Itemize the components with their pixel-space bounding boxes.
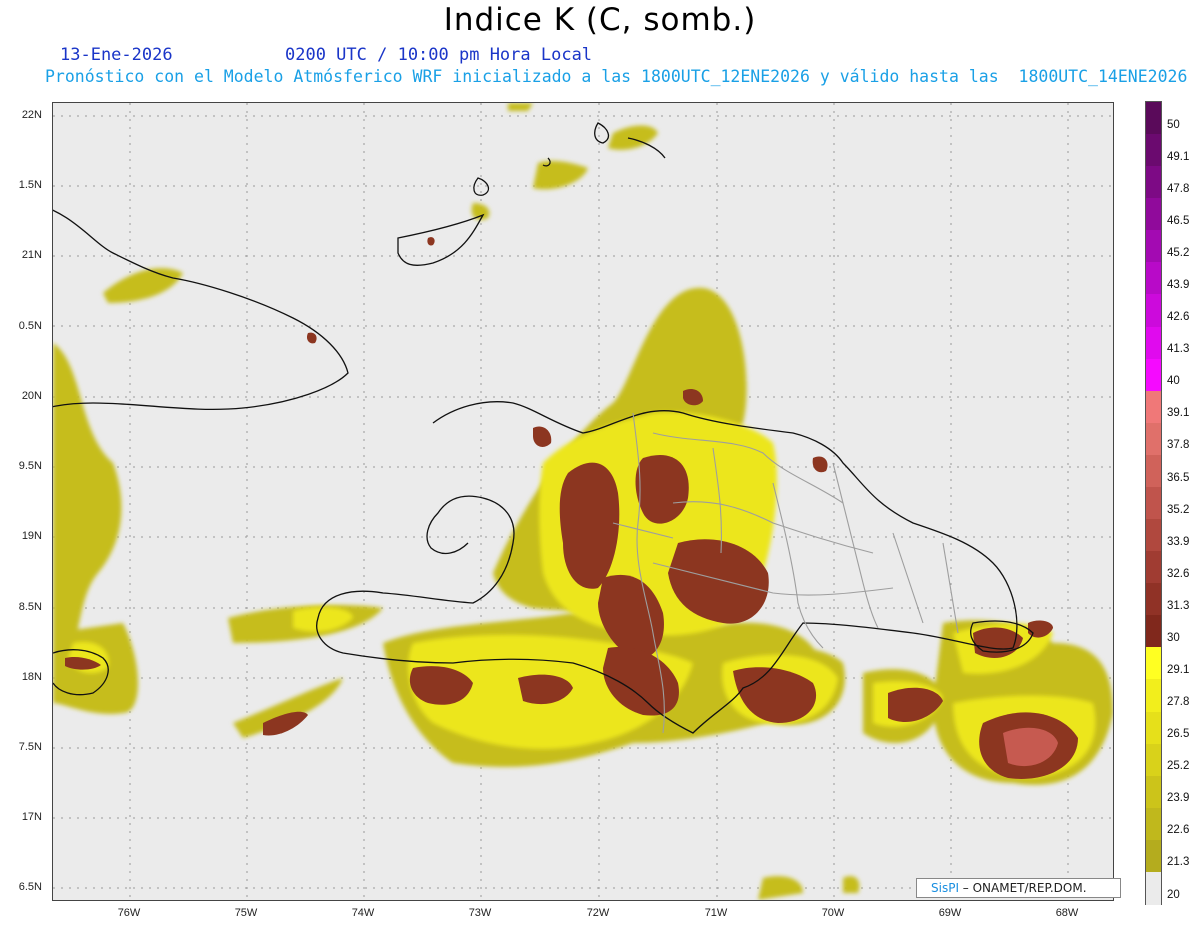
credit-box: SisPI – ONAMET/REP.DOM.: [916, 878, 1121, 898]
colorbar-label: 32.6: [1167, 567, 1190, 580]
colorbar-segment: [1146, 262, 1161, 296]
colorbar-segment: [1146, 230, 1161, 263]
lon-label: 71W: [704, 907, 728, 919]
colorbar-label: 25.2: [1167, 760, 1190, 773]
colorbar-segment: [1146, 519, 1161, 552]
colorbar-segment: [1146, 102, 1161, 135]
lon-label: 72W: [586, 907, 610, 919]
credit-brand: SisPI: [931, 881, 959, 895]
lat-label: 22N: [21, 109, 42, 121]
lon-label: 74W: [351, 907, 375, 919]
lat-label: 18N: [21, 671, 42, 683]
colorbar-segment: [1146, 486, 1161, 520]
colorbar-label: 43.9: [1167, 279, 1190, 292]
lat-label: 1.5N: [18, 179, 42, 191]
colorbar-segment: [1146, 807, 1161, 841]
lon-label: 75W: [234, 907, 258, 919]
colorbar-label: 27.8: [1167, 696, 1190, 709]
colorbar-segment: [1146, 711, 1161, 745]
colorbar-label: 47.8: [1167, 182, 1190, 195]
colorbar-segment: [1146, 679, 1161, 713]
colorbar-segment: [1146, 134, 1161, 167]
colorbar-label: 20: [1167, 888, 1180, 901]
lat-label: 17N: [21, 811, 42, 823]
lat-label: 7.5N: [18, 741, 42, 753]
colorbar-label: 39.1: [1167, 407, 1190, 420]
colorbar-label: 33.9: [1167, 535, 1190, 548]
colorbar-segment: [1146, 326, 1161, 360]
colorbar-segment: [1146, 390, 1161, 424]
colorbar-segment: [1146, 422, 1161, 456]
colorbar-segment: [1146, 198, 1161, 231]
map-canvas: [32, 103, 1113, 900]
lat-label: 19N: [21, 530, 42, 542]
lat-label: 20N: [21, 390, 42, 402]
colorbar: [1145, 101, 1162, 905]
lat-label: 21N: [21, 249, 42, 261]
colorbar-label: 23.9: [1167, 792, 1190, 805]
colorbar-segment: [1146, 615, 1161, 648]
colorbar-label: 37.8: [1167, 439, 1190, 452]
colorbar-label: 50: [1167, 118, 1180, 131]
chart-title: Indice K (C, somb.): [443, 2, 757, 38]
lon-label: 73W: [468, 907, 492, 919]
colorbar-label: 22.6: [1167, 824, 1190, 837]
colorbar-label: 36.5: [1167, 471, 1190, 484]
lon-label: 68W: [1055, 907, 1079, 919]
colorbar-label: 26.5: [1167, 728, 1190, 741]
colorbar-label: 35.2: [1167, 503, 1190, 516]
colorbar-segment: [1146, 839, 1161, 873]
colorbar-label: 49.1: [1167, 150, 1190, 163]
colorbar-label: 29.1: [1167, 664, 1190, 676]
lat-label: 0.5N: [18, 320, 42, 332]
colorbar-label: 40: [1167, 375, 1180, 388]
colorbar-segment: [1146, 743, 1161, 777]
colorbar-label: 46.5: [1167, 214, 1190, 227]
lon-label: 69W: [938, 907, 962, 919]
map-panel: [32, 102, 1114, 901]
lon-label: 76W: [117, 907, 141, 919]
credit-org: – ONAMET/REP.DOM.: [958, 881, 1087, 895]
colorbar-label: 42.6: [1167, 311, 1190, 324]
colorbar-label: 31.3: [1167, 599, 1190, 612]
colorbar-segment: [1146, 551, 1161, 584]
forecast-subtitle: Pronóstico con el Modelo Atmósferico WRF…: [45, 67, 1188, 86]
colorbar-segment: [1146, 294, 1161, 328]
forecast-time: 0200 UTC / 10:00 pm Hora Local: [285, 45, 593, 65]
colorbar-segment: [1146, 454, 1161, 488]
lon-label: 70W: [821, 907, 845, 919]
colorbar-label: 41.3: [1167, 343, 1190, 356]
colorbar-segment: [1146, 871, 1161, 905]
colorbar-label: 45.2: [1167, 246, 1190, 259]
lat-label: 9.5N: [18, 460, 42, 472]
colorbar-segment: [1146, 647, 1161, 681]
forecast-date: 13-Ene-2026: [60, 45, 173, 65]
colorbar-segment: [1146, 583, 1161, 616]
colorbar-label: 21.3: [1167, 856, 1190, 869]
colorbar-label: 30: [1167, 631, 1180, 644]
lat-label: 8.5N: [18, 601, 42, 613]
colorbar-segment: [1146, 166, 1161, 199]
lat-label: 6.5N: [18, 881, 42, 893]
colorbar-segment: [1146, 358, 1161, 392]
colorbar-segment: [1146, 775, 1161, 809]
